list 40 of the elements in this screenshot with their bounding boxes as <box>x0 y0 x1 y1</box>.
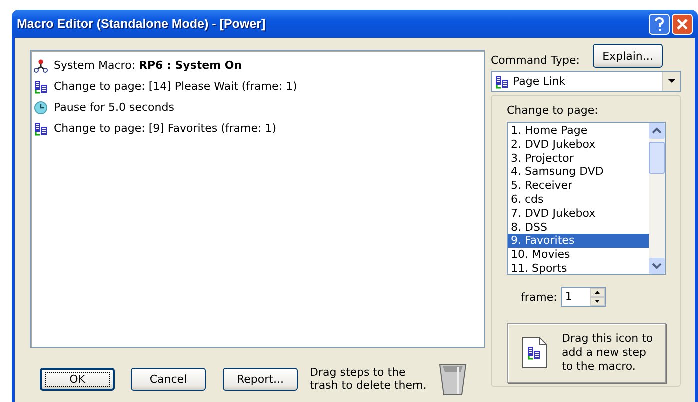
macro-step[interactable]: Pause for 5.0 seconds <box>54 101 174 114</box>
macro-step[interactable]: Change to page: [14] Please Wait (frame: 1) <box>54 80 298 93</box>
explain-button[interactable]: Explain... <box>593 44 663 68</box>
trash-icon[interactable] <box>438 362 468 396</box>
macro-step[interactable]: Change to page: [9] Favorites (frame: 1) <box>54 122 276 135</box>
cancel-button[interactable]: Cancel <box>131 368 206 390</box>
report-button[interactable]: Report... <box>223 368 298 390</box>
frame-spinner[interactable]: 1 <box>561 287 606 307</box>
page-list-item[interactable]: 8. DSS <box>508 220 649 234</box>
trash-hint: Drag steps to the trash to delete them. <box>310 366 428 392</box>
scroll-thumb[interactable] <box>649 142 665 174</box>
network-icon <box>34 58 48 72</box>
page-list-item[interactable]: 4. Samsung DVD <box>508 165 649 180</box>
page-list-item[interactable]: 11. Sports <box>508 262 649 274</box>
page-list-item[interactable]: 1. Home Page <box>508 124 649 138</box>
clock-icon <box>34 100 48 114</box>
page-document-icon <box>522 337 548 369</box>
page-list-item[interactable]: 7. DVD Jukebox <box>508 206 649 221</box>
page-list-item[interactable]: 9. Favorites <box>508 234 649 248</box>
new-step-drag-button[interactable]: Drag this icon to add a new step to the macro. <box>507 323 666 383</box>
frame-label: frame: <box>521 290 558 304</box>
page-list-item[interactable]: 6. cds <box>508 192 649 207</box>
pages-icon <box>34 122 48 136</box>
pages-icon <box>495 74 509 88</box>
command-type-dropdown[interactable]: Page Link <box>491 71 681 92</box>
scroll-down-icon[interactable] <box>649 258 665 274</box>
scrollbar[interactable] <box>649 123 665 274</box>
page-list-item[interactable]: 5. Receiver <box>508 179 649 193</box>
page-list-item[interactable]: 3. Projector <box>508 152 649 166</box>
page-list-item[interactable]: 2. DVD Jukebox <box>508 138 649 152</box>
help-icon[interactable] <box>649 14 670 34</box>
command-type-label: Command Type: <box>491 54 580 68</box>
window-title: Macro Editor (Standalone Mode) - [Power] <box>17 17 266 31</box>
page-list-item[interactable]: 10. Movies <box>508 248 649 262</box>
scroll-up-icon[interactable] <box>649 123 665 139</box>
close-icon[interactable] <box>672 14 693 34</box>
change-to-page-label: Change to page: <box>507 104 600 117</box>
pages-icon <box>34 80 48 94</box>
ok-button[interactable]: OK <box>40 368 115 390</box>
macro-step[interactable]: System Macro: RP6 : System On <box>54 59 242 72</box>
